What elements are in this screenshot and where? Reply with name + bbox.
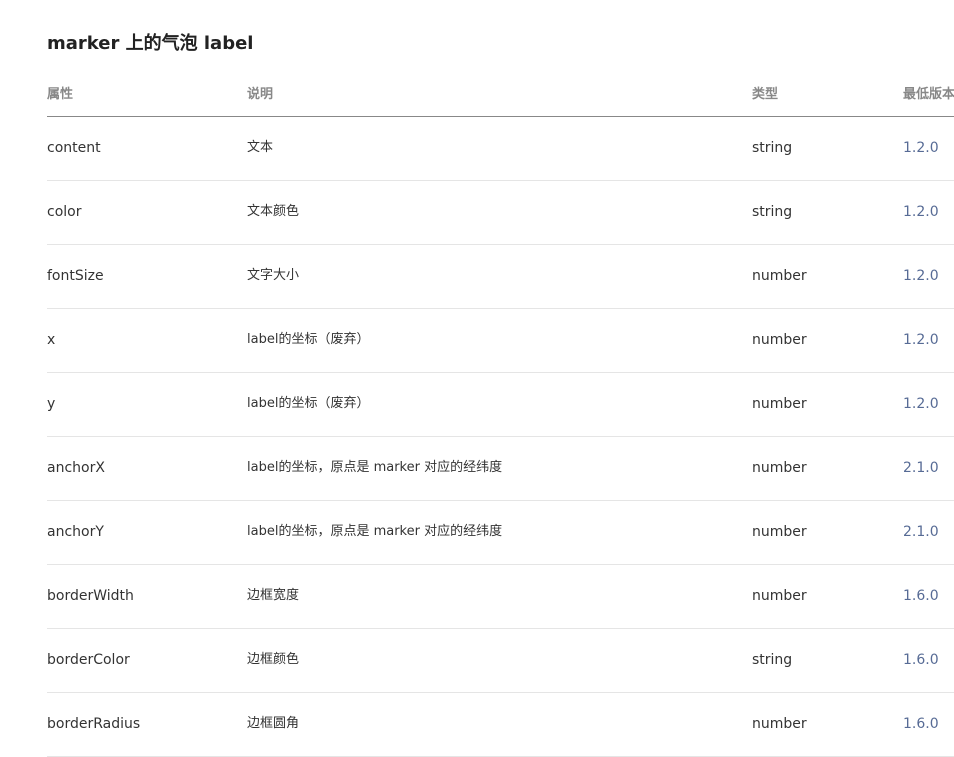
- cell-desc: 边框圆角: [247, 716, 300, 731]
- cell-prop: anchorY: [47, 524, 104, 540]
- cell-version: 1.6.0: [903, 588, 939, 604]
- cell-version: 1.2.0: [903, 268, 939, 284]
- cell-prop: fontSize: [47, 268, 104, 284]
- header-desc: 说明: [247, 87, 274, 102]
- cell-version: 1.6.0: [903, 716, 939, 732]
- table-row: x label的坐标（废弃） number 1.2.0: [47, 309, 954, 373]
- cell-type: number: [752, 268, 807, 284]
- cell-type: string: [752, 652, 793, 668]
- cell-prop: x: [47, 332, 56, 348]
- cell-version: 2.1.0: [903, 524, 939, 540]
- cell-prop: borderWidth: [47, 588, 134, 604]
- table-row: borderColor 边框颜色 string 1.6.0: [47, 629, 954, 693]
- header-version: 最低版本: [903, 87, 954, 102]
- cell-desc: label的坐标（废弃）: [247, 396, 370, 411]
- cell-version: 1.2.0: [903, 204, 939, 220]
- table-row: y label的坐标（废弃） number 1.2.0: [47, 373, 954, 437]
- table-header: 属性 说明 类型 最低版本: [47, 77, 954, 117]
- cell-type: number: [752, 332, 807, 348]
- cell-type: number: [752, 588, 807, 604]
- cell-version: 1.6.0: [903, 652, 939, 668]
- header-prop: 属性: [47, 87, 74, 102]
- cell-prop: borderColor: [47, 652, 130, 668]
- cell-type: number: [752, 716, 807, 732]
- cell-version: 2.1.0: [903, 460, 939, 476]
- cell-desc: 边框宽度: [247, 588, 300, 603]
- label-properties-table: 属性 说明 类型 最低版本 content 文本 string 1.2.0 co…: [47, 77, 954, 757]
- header-type: 类型: [752, 87, 779, 102]
- cell-type: string: [752, 140, 793, 156]
- cell-desc: label的坐标，原点是 marker 对应的经纬度: [247, 460, 503, 475]
- table-row: borderWidth 边框宽度 number 1.6.0: [47, 565, 954, 629]
- cell-prop: y: [47, 396, 56, 412]
- cell-desc: label的坐标，原点是 marker 对应的经纬度: [247, 524, 503, 539]
- cell-prop: borderRadius: [47, 716, 141, 732]
- cell-desc: label的坐标（废弃）: [247, 332, 370, 347]
- cell-version: 1.2.0: [903, 140, 939, 156]
- table-row: fontSize 文字大小 number 1.2.0: [47, 245, 954, 309]
- cell-prop: content: [47, 140, 101, 156]
- table-row: anchorY label的坐标，原点是 marker 对应的经纬度 numbe…: [47, 501, 954, 565]
- table-row: anchorX label的坐标，原点是 marker 对应的经纬度 numbe…: [47, 437, 954, 501]
- cell-desc: 文字大小: [247, 268, 300, 283]
- cell-prop: anchorX: [47, 460, 105, 476]
- cell-prop: color: [47, 204, 82, 220]
- cell-desc: 文本: [247, 140, 274, 155]
- table-row: content 文本 string 1.2.0: [47, 117, 954, 181]
- table-row: borderRadius 边框圆角 number 1.6.0: [47, 693, 954, 757]
- cell-version: 1.2.0: [903, 396, 939, 412]
- cell-desc: 边框颜色: [247, 652, 300, 667]
- cell-type: number: [752, 524, 807, 540]
- cell-desc: 文本颜色: [247, 204, 300, 219]
- cell-version: 1.2.0: [903, 332, 939, 348]
- section-title: marker 上的气泡 label: [47, 33, 254, 54]
- cell-type: string: [752, 204, 793, 220]
- table-row: color 文本颜色 string 1.2.0: [47, 181, 954, 245]
- cell-type: number: [752, 460, 807, 476]
- cell-type: number: [752, 396, 807, 412]
